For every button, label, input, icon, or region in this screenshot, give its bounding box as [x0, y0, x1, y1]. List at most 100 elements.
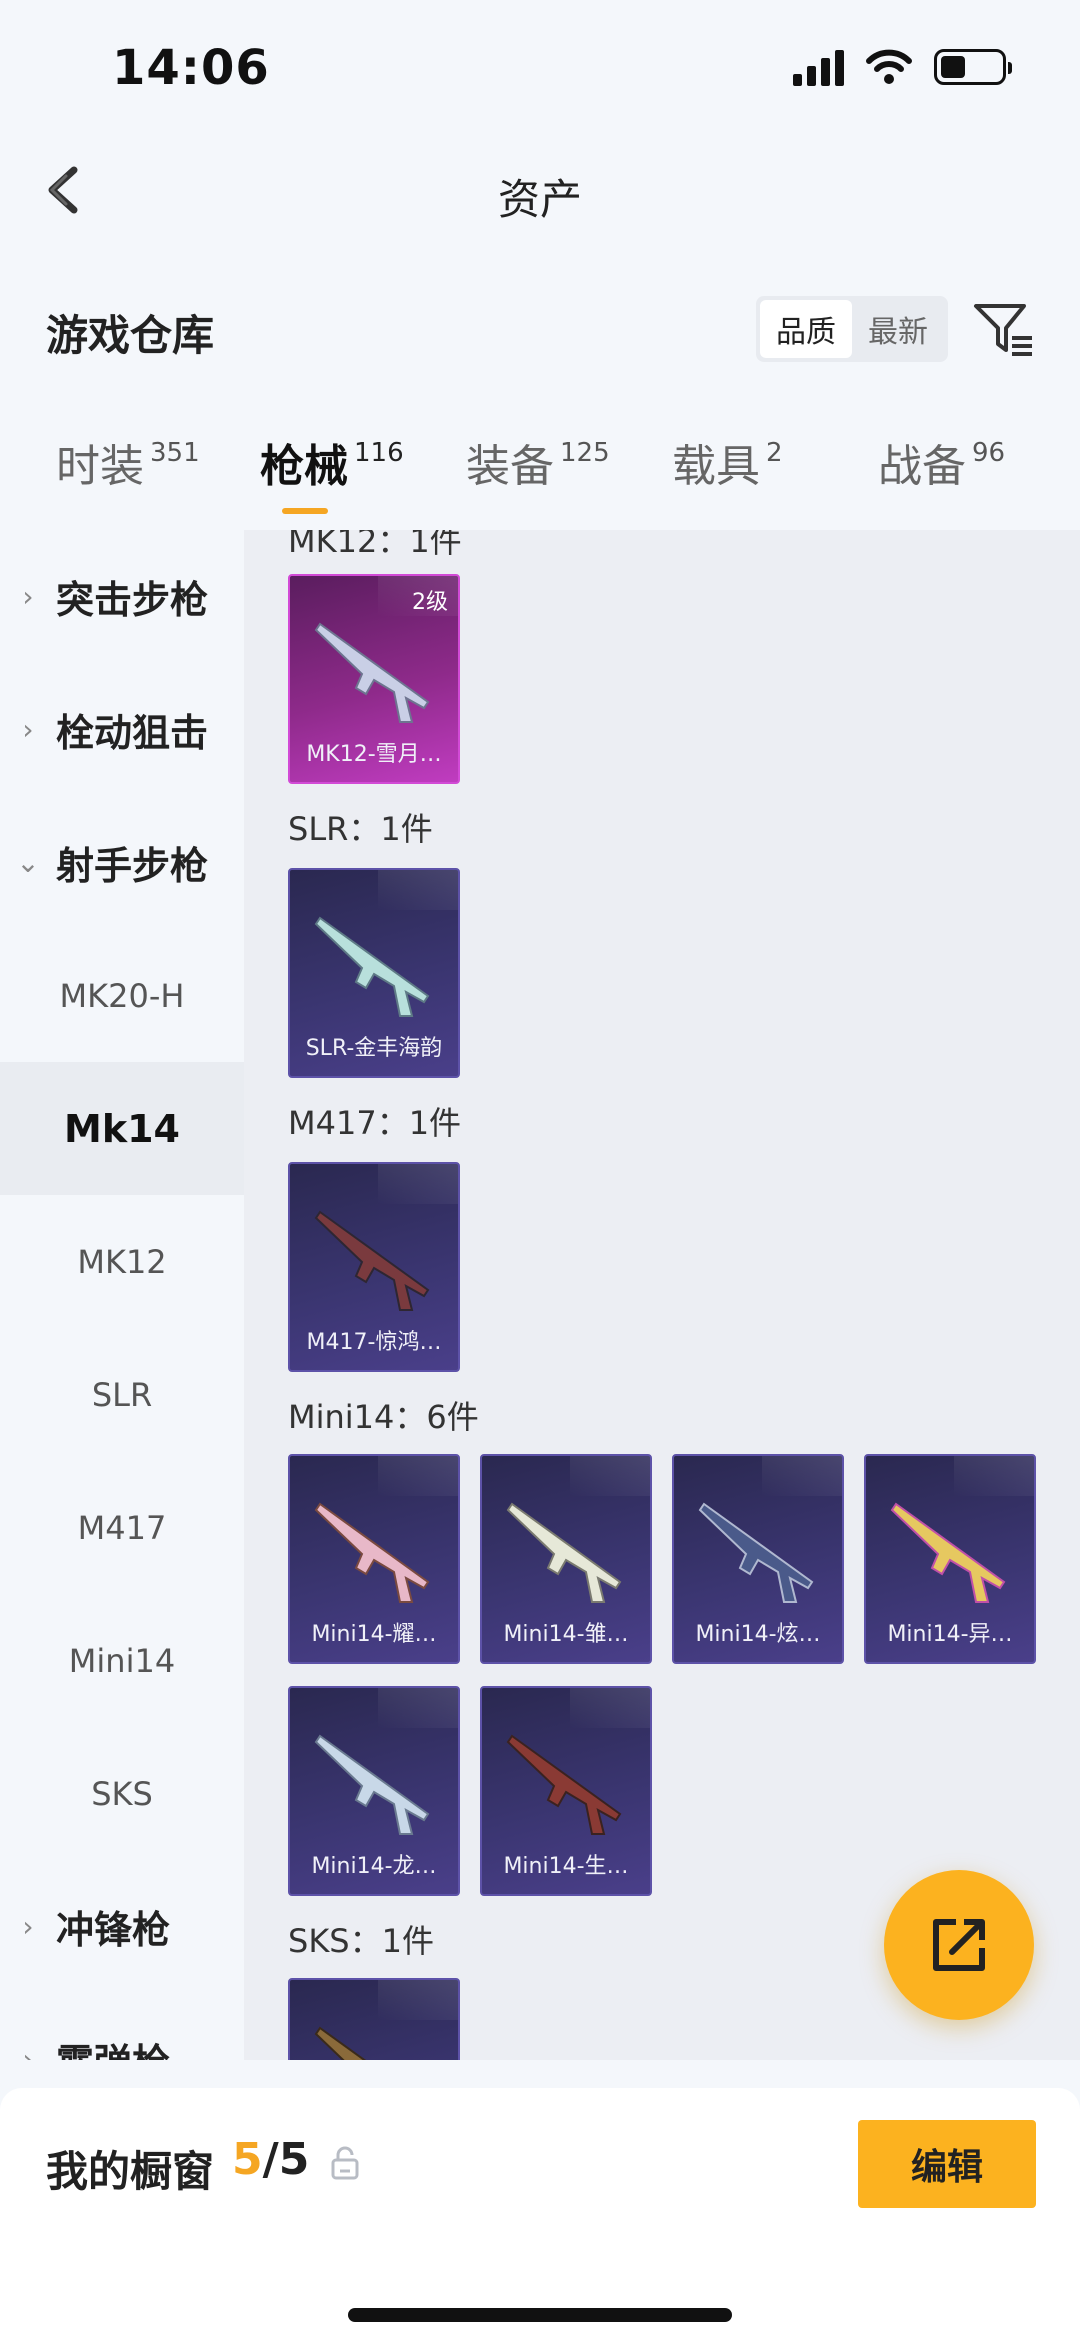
tab-count: 96 — [972, 438, 1006, 468]
rifle-icon — [314, 1502, 430, 1603]
item-card[interactable]: M417-惊鸿… — [288, 1162, 460, 1372]
rifle-icon — [314, 1210, 430, 1311]
rifle-icon — [314, 916, 430, 1017]
status-bar: 14:06 — [0, 0, 1080, 130]
rifle-icon — [506, 1734, 622, 1835]
sidebar-item-label: MK12 — [77, 1242, 167, 1281]
tab-label: 战备 — [878, 441, 966, 492]
item-card[interactable]: Mini14-炫… — [672, 1454, 844, 1664]
rifle-icon — [314, 2026, 367, 2060]
item-card[interactable]: Mini14-异… — [864, 1454, 1036, 1664]
showcase-current: 5 — [232, 2134, 263, 2185]
chevron-right-icon: › — [22, 2043, 34, 2060]
sidebar-subitem-mk14[interactable]: Mk14 — [0, 1062, 244, 1195]
tab-count: 2 — [766, 438, 783, 468]
tab-equipment[interactable]: 装备 125 — [466, 430, 610, 530]
sort-toggle: 品质 最新 — [756, 296, 948, 362]
group-title: MK12：1件 — [288, 530, 462, 560]
active-tab-indicator — [282, 508, 328, 514]
item-grid: MK12：1件 2级 MK12-雪月… SLR：1件 SLR-金丰海韵 M417… — [244, 530, 1080, 2060]
item-card[interactable] — [288, 1978, 460, 2060]
nav-bar: 资产 — [0, 140, 1080, 240]
filter-icon[interactable] — [970, 296, 1036, 362]
wifi-icon — [866, 49, 912, 84]
item-name: Mini14-炫… — [695, 1622, 821, 1647]
tab-count: 116 — [354, 438, 404, 468]
chevron-down-icon: ⌄ — [16, 846, 40, 879]
rifle-icon — [314, 622, 430, 723]
item-name: M417-惊鸿… — [306, 1330, 442, 1355]
item-name: SLR-金丰海韵 — [305, 1036, 443, 1061]
sidebar-subitem-mk12[interactable]: MK12 — [0, 1195, 244, 1328]
item-card[interactable]: Mini14-耀… — [288, 1454, 460, 1664]
sidebar-subitem-sks[interactable]: SKS — [0, 1727, 244, 1860]
tab-count: 351 — [150, 438, 200, 468]
tab-gear[interactable]: 战备 96 — [878, 430, 1005, 530]
group-title: M417：1件 — [288, 1104, 462, 1142]
sidebar-item-label: SKS — [91, 1774, 153, 1813]
chevron-right-icon: › — [22, 580, 34, 613]
item-card[interactable]: Mini14-雏… — [480, 1454, 652, 1664]
sidebar-item-label: 射手步枪 — [56, 844, 209, 888]
item-card[interactable]: Mini14-生… — [480, 1686, 652, 1896]
status-icons — [793, 48, 1012, 86]
sidebar-item-label: 栓动狙击 — [56, 711, 209, 755]
showcase-count: 5/5 — [232, 2134, 309, 2185]
section-title: 游戏仓库 — [46, 311, 215, 360]
sidebar-item-assault-rifle[interactable]: › 突击步枪 — [0, 530, 244, 663]
sort-option-quality[interactable]: 品质 — [760, 300, 852, 358]
status-time: 14:06 — [112, 40, 270, 96]
sidebar-item-label: MK20-H — [59, 976, 185, 1015]
home-indicator — [348, 2308, 732, 2322]
sidebar-item-shotgun[interactable]: › 霰弹枪 — [0, 1993, 244, 2060]
tab-vehicles[interactable]: 载具 2 — [672, 430, 783, 530]
page-title: 资产 — [497, 175, 582, 224]
sort-option-latest[interactable]: 最新 — [852, 300, 944, 358]
bottom-bar: 我的橱窗 5/5 编辑 — [0, 2088, 1080, 2337]
rifle-icon — [314, 1734, 430, 1835]
rifle-icon — [698, 1502, 814, 1603]
sidebar: › 突击步枪 › 栓动狙击 ⌄ 射手步枪 MK20-H Mk14 MK12 SL… — [0, 530, 244, 2060]
item-card[interactable]: 2级 MK12-雪月… — [288, 574, 460, 784]
item-card[interactable]: SLR-金丰海韵 — [288, 868, 460, 1078]
tab-firearms[interactable]: 枪械 116 — [260, 430, 404, 530]
group-title: SLR：1件 — [288, 810, 433, 848]
rifle-icon — [506, 1502, 622, 1603]
showcase-total: /5 — [262, 2134, 310, 2185]
item-name: Mini14-雏… — [503, 1622, 629, 1647]
sidebar-subitem-m417[interactable]: M417 — [0, 1461, 244, 1594]
share-icon — [933, 1919, 985, 1971]
category-tabs: 时装 351 枪械 116 装备 125 载具 2 战备 96 — [0, 430, 1080, 530]
tab-label: 载具 — [672, 441, 760, 492]
sidebar-item-label: 冲锋枪 — [56, 1908, 171, 1952]
unlock-icon — [331, 2146, 359, 2180]
sidebar-subitem-mini14[interactable]: Mini14 — [0, 1594, 244, 1727]
sidebar-item-marksman-rifle[interactable]: ⌄ 射手步枪 — [0, 796, 244, 929]
item-name: Mini14-耀… — [311, 1622, 437, 1647]
sidebar-subitem-slr[interactable]: SLR — [0, 1328, 244, 1461]
showcase-label: 我的橱窗 — [46, 2147, 215, 2196]
sidebar-item-label: Mini14 — [68, 1641, 176, 1680]
chevron-right-icon: › — [22, 713, 34, 746]
group-title: SKS：1件 — [288, 1922, 434, 1960]
sidebar-item-label: Mk14 — [64, 1106, 180, 1151]
item-name: Mini14-异… — [887, 1622, 1013, 1647]
edit-button[interactable]: 编辑 — [858, 2120, 1036, 2208]
sidebar-item-bolt-sniper[interactable]: › 栓动狙击 — [0, 663, 244, 796]
share-button[interactable] — [884, 1870, 1034, 2020]
item-level-badge: 2级 — [412, 590, 448, 615]
chevron-right-icon: › — [22, 1910, 34, 1943]
tab-label: 时装 — [56, 441, 144, 492]
item-name: MK12-雪月… — [306, 742, 442, 767]
group-title: Mini14：6件 — [288, 1398, 479, 1436]
sidebar-item-label: M417 — [77, 1508, 167, 1547]
sidebar-subitem-mk20h[interactable]: MK20-H — [0, 929, 244, 1062]
item-name: Mini14-生… — [503, 1854, 629, 1879]
sidebar-item-label: 霰弹枪 — [56, 2032, 170, 2060]
item-card[interactable]: Mini14-龙… — [288, 1686, 460, 1896]
cellular-signal-icon — [793, 48, 844, 86]
tab-fashion[interactable]: 时装 351 — [56, 430, 200, 530]
item-name: Mini14-龙… — [311, 1854, 437, 1879]
rifle-icon — [890, 1502, 1006, 1603]
sidebar-item-smg[interactable]: › 冲锋枪 — [0, 1860, 244, 1993]
